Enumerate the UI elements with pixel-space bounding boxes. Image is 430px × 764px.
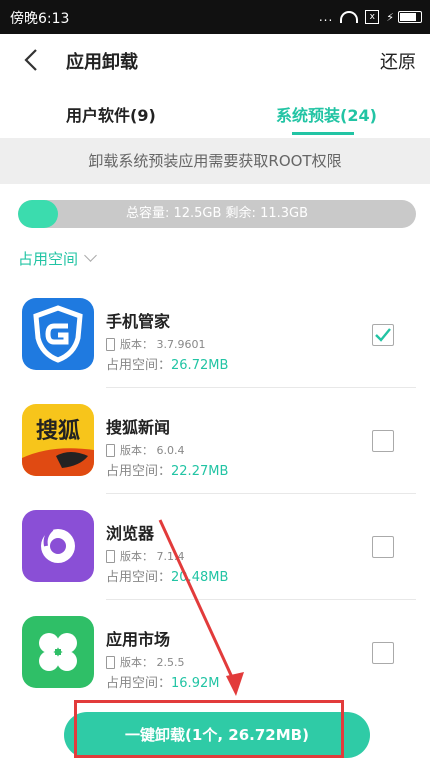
size-value: 22.27MB xyxy=(171,464,229,479)
app-version: 版本： 6.0.4 xyxy=(106,442,185,458)
app-size: 占用空间：26.72MB xyxy=(106,354,228,373)
restore-button[interactable]: 还原 xyxy=(380,48,416,74)
version-text: 版本： 6.0.4 xyxy=(120,444,185,457)
app-version: 版本： 7.1.4 xyxy=(106,548,185,564)
sort-label: 占用空间 xyxy=(18,250,79,268)
select-checkbox[interactable] xyxy=(372,642,394,664)
status-bar: 傍晚6:13 ... x ⚡ xyxy=(0,0,430,34)
app-row[interactable]: 浏览器 版本： 7.1.4 占用空间：20.48MB xyxy=(0,494,430,600)
app-row[interactable]: 手机管家 版本： 3.7.9601 占用空间：26.72MB xyxy=(0,282,430,388)
charging-icon: ⚡ xyxy=(386,10,394,24)
page-title: 应用卸载 xyxy=(66,52,138,73)
checkmark-icon xyxy=(375,328,391,342)
phone-icon xyxy=(106,655,115,669)
tab-system-apps[interactable]: 系统预装(24) xyxy=(276,102,377,126)
phone-icon xyxy=(106,337,115,351)
sim-icon: x xyxy=(365,10,380,24)
back-arrow-icon[interactable] xyxy=(18,46,46,74)
size-label: 占用空间： xyxy=(106,464,172,479)
active-tab-indicator xyxy=(292,132,354,135)
size-label: 占用空间： xyxy=(106,570,172,585)
app-name: 应用市场 xyxy=(106,630,171,649)
root-notice: 卸载系统预装应用需要获取ROOT权限 xyxy=(0,138,430,184)
select-checkbox[interactable] xyxy=(372,324,394,346)
app-bar: 应用卸载 还原 xyxy=(0,34,430,86)
app-name: 浏览器 xyxy=(106,524,155,543)
app-size: 占用空间：20.48MB xyxy=(106,566,228,585)
app-row[interactable]: 搜狐 搜狐新闻 版本： 6.0.4 占用空间：22.27MB xyxy=(0,388,430,494)
status-time: 傍晚6:13 xyxy=(10,11,70,27)
app-size: 占用空间：22.27MB xyxy=(106,460,228,479)
tab-bar: 用户软件(9) 系统预装(24) xyxy=(0,86,430,138)
size-label: 占用空间： xyxy=(106,676,172,691)
wifi-icon xyxy=(340,11,359,23)
size-value: 26.72MB xyxy=(171,358,229,373)
icon-lettering: 搜狐 xyxy=(36,418,80,444)
app-version: 版本： 3.7.9601 xyxy=(106,336,205,352)
app-size: 占用空间：16.92M xyxy=(106,672,219,691)
storage-text: 总容量: 12.5GB 剩余: 11.3GB xyxy=(125,206,309,221)
chevron-down-icon xyxy=(84,249,97,262)
size-value: 20.48MB xyxy=(171,570,229,585)
shield-icon xyxy=(22,298,94,370)
phone-icon xyxy=(106,549,115,563)
version-text: 版本： 7.1.4 xyxy=(120,550,185,563)
sohu-fox-icon: 搜狐 xyxy=(22,404,94,476)
clover-icon xyxy=(22,616,94,688)
app-row[interactable]: 应用市场 版本： 2.5.5 占用空间：16.92M xyxy=(0,600,430,706)
sort-dropdown[interactable]: 占用空间 xyxy=(18,248,97,269)
battery-icon xyxy=(398,11,422,23)
storage-bar: 总容量: 12.5GB 剩余: 11.3GB xyxy=(18,200,416,228)
browser-icon xyxy=(22,510,94,582)
version-text: 版本： 3.7.9601 xyxy=(120,338,206,351)
app-version: 版本： 2.5.5 xyxy=(106,654,185,670)
select-checkbox[interactable] xyxy=(372,430,394,452)
select-checkbox[interactable] xyxy=(372,536,394,558)
size-label: 占用空间： xyxy=(106,358,172,373)
tab-user-apps[interactable]: 用户软件(9) xyxy=(66,102,156,126)
version-text: 版本： 2.5.5 xyxy=(120,656,185,669)
size-value: 16.92M xyxy=(171,676,220,691)
more-dots-icon: ... xyxy=(318,10,334,24)
highlight-box xyxy=(74,700,344,758)
app-name: 手机管家 xyxy=(106,312,171,331)
status-icons: ... x ⚡ xyxy=(319,9,422,25)
app-name: 搜狐新闻 xyxy=(106,418,171,437)
phone-icon xyxy=(106,443,115,457)
